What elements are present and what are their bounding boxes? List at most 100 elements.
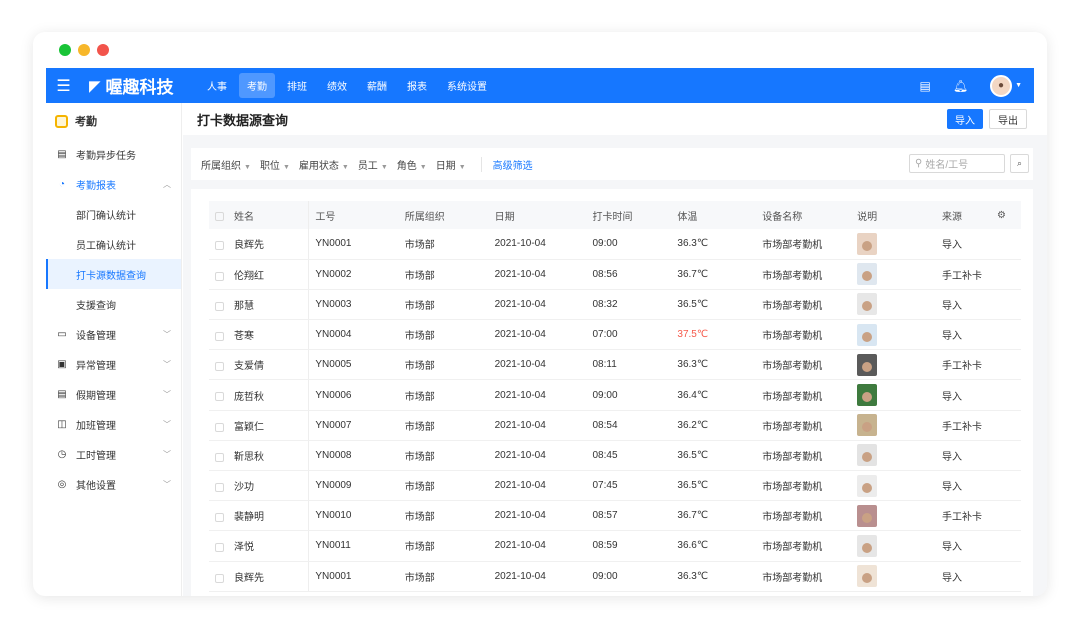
row-checkbox[interactable]: [215, 332, 224, 342]
sidebar-item[interactable]: ▭ 设备管理 ﹀: [46, 319, 181, 349]
cell-id: YN0001: [308, 561, 399, 592]
sidebar-item[interactable]: 打卡源数据查询: [46, 259, 181, 289]
window-dot-green[interactable]: [59, 44, 71, 56]
table-row[interactable]: 富颖仁 YN0007 市场部 2021-10-04 08:54 36.2℃ 市场部考勤机 手工…: [209, 410, 1021, 441]
cell-date: 2021-10-04: [488, 379, 587, 411]
person-photo[interactable]: [857, 474, 878, 497]
cell-empty: [990, 379, 1021, 411]
person-photo[interactable]: [857, 504, 878, 527]
person-photo[interactable]: [857, 263, 878, 286]
table-row[interactable]: 靳思秋 YN0008 市场部 2021-10-04 08:45 36.5℃ 市场部考勤机 导入: [209, 440, 1021, 472]
sidebar-item-label: 部门确认统计: [76, 210, 136, 222]
row-checkbox[interactable]: [215, 301, 224, 311]
filter-dropdown[interactable]: 所属组织 ▼: [201, 157, 251, 172]
row-checkbox[interactable]: [215, 362, 224, 372]
row-checkbox[interactable]: [215, 271, 224, 281]
row-checkbox[interactable]: [215, 543, 224, 553]
window-dot-yellow[interactable]: [78, 44, 90, 56]
filter-dropdown[interactable]: 日期 ▼: [436, 157, 466, 172]
person-photo[interactable]: [857, 323, 878, 346]
table-row[interactable]: 伦翔红 YN0002 市场部 2021-10-04 08:56 36.7℃ 市场部考勤机 手工…: [209, 259, 1021, 290]
filter-dropdown[interactable]: 角色 ▼: [397, 157, 427, 172]
person-photo[interactable]: [857, 444, 878, 467]
sidebar-item-label: 支援查询: [76, 300, 116, 312]
table-row[interactable]: 良辉先 YN0001 市场部 2021-10-04 09:00 36.3℃ 市场部考勤机 导入: [209, 561, 1021, 592]
row-checkbox[interactable]: [215, 392, 224, 402]
nav-menu-item[interactable]: 排班: [279, 73, 315, 98]
nav-menu-item[interactable]: 考勤: [239, 73, 275, 98]
row-checkbox[interactable]: [215, 513, 224, 523]
table-row[interactable]: 泽悦 YN0011 市场部 2021-10-04 08:59 36.6℃ 市场部考勤机 导入: [209, 530, 1021, 562]
sidebar-item[interactable]: 员工确认统计: [46, 229, 181, 259]
cell-device: 市场部考勤机: [756, 229, 852, 260]
cell-source: 导入: [936, 289, 991, 321]
cell-org: 市场部: [398, 259, 489, 290]
sidebar-item[interactable]: ◔ 考勤报表 ︿: [46, 169, 181, 199]
cell-date: 2021-10-04: [488, 500, 587, 532]
table-row[interactable]: 沙功 YN0009 市场部 2021-10-04 07:45 36.5℃ 市场部考勤机 导入: [209, 470, 1021, 502]
search-input[interactable]: ⚲ 姓名/工号: [909, 154, 1005, 173]
export-button[interactable]: 导出: [989, 109, 1027, 129]
row-checkbox[interactable]: [215, 573, 224, 583]
nav-menu-item[interactable]: 绩效: [319, 73, 355, 98]
cell-temp: 36.3℃: [671, 229, 757, 260]
window-dot-red[interactable]: [97, 44, 109, 56]
person-photo[interactable]: [857, 384, 878, 407]
filter-dropdown[interactable]: 员工 ▼: [358, 157, 388, 172]
brand-logo[interactable]: ◤ 喔趣科技: [81, 73, 199, 98]
menu-icon[interactable]: ☰: [46, 76, 81, 96]
nav-menu-item[interactable]: 人事: [199, 73, 235, 98]
sidebar-item[interactable]: 部门确认统计: [46, 199, 181, 229]
sidebar-item[interactable]: ▤ 考勤异步任务: [46, 139, 181, 169]
filter-dropdown[interactable]: 职位 ▼: [260, 157, 290, 172]
person-photo[interactable]: [857, 534, 878, 557]
import-button[interactable]: 导入: [947, 109, 983, 129]
user-menu[interactable]: ● ▼: [990, 74, 1022, 97]
cell-photo: [851, 440, 937, 472]
row-checkbox[interactable]: [215, 422, 224, 432]
filter-settings-icon[interactable]: ⌕: [1010, 154, 1029, 173]
cell-name-text: 支爱倩: [234, 361, 264, 373]
cell-name-text: 伦翔红: [234, 270, 264, 282]
person-photo[interactable]: [857, 414, 878, 437]
row-checkbox[interactable]: [215, 482, 224, 492]
caret-down-icon: ▼: [341, 163, 349, 171]
filter-dropdown[interactable]: 雇用状态 ▼: [299, 157, 349, 172]
chevron-down-icon: ﹀: [163, 329, 171, 339]
row-checkbox[interactable]: [215, 241, 224, 251]
table-row[interactable]: 支爱倩 YN0005 市场部 2021-10-04 08:11 36.3℃ 市场部考勤机 手工…: [209, 349, 1021, 381]
sidebar-item[interactable]: ◎ 其他设置 ﹀: [46, 469, 181, 499]
cell-time: 08:56: [586, 259, 672, 290]
table-settings-icon[interactable]: ⚙︎: [990, 201, 1021, 229]
nav-menu-item[interactable]: 报表: [399, 73, 435, 98]
table-row[interactable]: 庞哲秋 YN0006 市场部 2021-10-04 09:00 36.4℃ 市场部考勤机 导入: [209, 379, 1021, 411]
advanced-filter-link[interactable]: 高级筛选: [480, 156, 533, 172]
cell-name-text: 靳思秋: [234, 451, 264, 463]
person-photo[interactable]: [857, 232, 878, 255]
sidebar-item[interactable]: ◷ 工时管理 ﹀: [46, 439, 181, 469]
select-all-checkbox[interactable]: [215, 212, 224, 222]
sidebar-item[interactable]: ▣ 异常管理 ﹀: [46, 349, 181, 379]
row-checkbox[interactable]: [215, 452, 224, 462]
sidebar-item[interactable]: ▤ 假期管理 ﹀: [46, 379, 181, 409]
person-photo[interactable]: [857, 353, 878, 376]
device-icon: ▭: [57, 328, 67, 340]
sidebar-item[interactable]: 支援查询: [46, 289, 181, 319]
document-icon[interactable]: ▤: [919, 79, 930, 93]
table-row[interactable]: 那慧 YN0003 市场部 2021-10-04 08:32 36.5℃ 市场部考勤机 导入: [209, 289, 1021, 321]
filter-label: 所属组织: [201, 160, 241, 172]
cell-source: 导入: [936, 319, 991, 351]
sidebar: 考勤 ▤ 考勤异步任务 ◔ 考勤报表 ︿ 部门确认统计 员工确认统计 打卡源数据查询 支援查询 ▭…: [46, 103, 182, 596]
table-row[interactable]: 苍寒 YN0004 市场部 2021-10-04 07:00 37.5℃ 市场部考勤机 导入: [209, 319, 1021, 351]
col-name-header[interactable]: 姓名: [209, 201, 310, 229]
filter-label: 雇用状态: [298, 160, 339, 172]
table-row[interactable]: 良辉先 YN0001 市场部 2021-10-04 09:00 36.3℃ 市场部考勤机 导入: [209, 229, 1021, 260]
cell-empty: [990, 440, 1021, 472]
person-photo[interactable]: [857, 565, 878, 588]
table-row[interactable]: 裴静明 YN0010 市场部 2021-10-04 08:57 36.7℃ 市场部考勤机 手工…: [209, 500, 1021, 532]
nav-menu-item[interactable]: 薪酬: [359, 73, 395, 98]
bell-icon[interactable]: 🔔︎: [953, 79, 968, 93]
person-photo[interactable]: [857, 293, 878, 316]
sidebar-item[interactable]: ◫ 加班管理 ﹀: [46, 409, 181, 439]
nav-menu-item[interactable]: 系统设置: [439, 73, 495, 98]
